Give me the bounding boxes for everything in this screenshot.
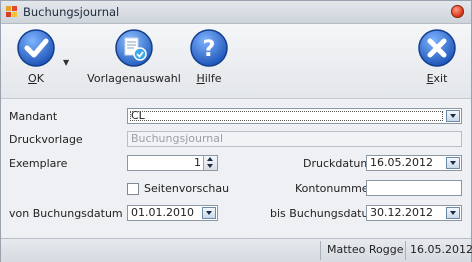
- help-icon: ?: [190, 29, 228, 67]
- status-divider: [405, 241, 406, 260]
- druckdatum-datepicker[interactable]: 16.05.2012: [366, 155, 462, 171]
- kontonummer-input[interactable]: [366, 180, 462, 196]
- druckdatum-label: Druckdatum: [303, 157, 372, 170]
- exit-button[interactable]: Exit: [415, 28, 459, 85]
- exemplare-label: Exemplare: [9, 157, 68, 170]
- form-panel: Mandant CL Druckvorlage Buchungsjournal …: [1, 99, 471, 237]
- status-bar: Matteo Rogge 16.05.2012: [1, 238, 472, 262]
- mandant-combobox[interactable]: CL: [127, 108, 462, 124]
- close-icon: [418, 29, 456, 67]
- vorlagenauswahl-label: Vorlagenauswahl: [87, 72, 181, 85]
- spin-up-icon: [207, 157, 213, 161]
- ok-dropdown-arrow-icon[interactable]: ▼: [63, 58, 69, 67]
- seitenvorschau-label[interactable]: Seitenvorschau: [144, 182, 229, 195]
- ok-button-label-rest: K: [36, 72, 44, 85]
- seitenvorschau-checkbox[interactable]: [127, 183, 139, 195]
- app-icon: [6, 6, 17, 17]
- bis-buchungsdatum-dropdown-icon[interactable]: [446, 207, 460, 219]
- window-title: Buchungsjournal: [23, 5, 120, 19]
- ok-button-label: O: [28, 72, 37, 85]
- exemplare-spinner[interactable]: 1: [127, 155, 218, 171]
- status-divider: [320, 241, 321, 260]
- status-date: 16.05.2012: [410, 243, 472, 256]
- hilfe-label-rest: ilfe: [204, 72, 222, 85]
- checkmark-icon: [17, 29, 55, 67]
- toolbar: OK ▼ Vorlagenauswahl ? Hilfe Exit: [1, 24, 471, 99]
- von-buchungsdatum-datepicker[interactable]: 01.01.2010: [127, 205, 218, 221]
- druckdatum-dropdown-icon[interactable]: [446, 157, 460, 169]
- von-buchungsdatum-label: von Buchungsdatum: [9, 207, 123, 220]
- title-bar[interactable]: Buchungsjournal: [1, 1, 471, 24]
- hilfe-label-mnemonic: H: [196, 72, 205, 85]
- exemplare-spin-buttons[interactable]: [203, 156, 217, 170]
- mandant-label: Mandant: [9, 110, 58, 123]
- bis-buchungsdatum-label: bis Buchungsdatum: [270, 207, 380, 220]
- druckvorlage-value: Buchungsjournal: [131, 132, 224, 145]
- von-buchungsdatum-dropdown-icon[interactable]: [202, 207, 216, 219]
- template-select-icon: [115, 29, 153, 67]
- ok-button[interactable]: OK: [13, 28, 59, 85]
- druckvorlage-field: Buchungsjournal: [127, 131, 462, 147]
- hilfe-button[interactable]: ? Hilfe: [187, 28, 231, 85]
- bis-buchungsdatum-value: 30.12.2012: [370, 206, 433, 219]
- svg-text:?: ?: [203, 37, 216, 62]
- window: Buchungsjournal OK ▼ Vorlagenauswahl ? H…: [0, 0, 472, 262]
- kontonummer-label: Kontonummer: [295, 182, 374, 195]
- bis-buchungsdatum-datepicker[interactable]: 30.12.2012: [366, 205, 462, 221]
- exit-label-mnemonic: E: [426, 72, 434, 85]
- druckvorlage-label: Druckvorlage: [9, 133, 83, 146]
- exit-label-rest: xit: [433, 72, 448, 85]
- exemplare-value: 1: [194, 156, 201, 169]
- status-user: Matteo Rogge: [327, 243, 404, 256]
- close-window-icon[interactable]: [451, 5, 464, 18]
- spin-down-icon: [207, 164, 213, 168]
- druckdatum-value: 16.05.2012: [370, 156, 433, 169]
- mandant-dropdown-icon[interactable]: [446, 110, 460, 122]
- von-buchungsdatum-value: 01.01.2010: [131, 206, 194, 219]
- vorlagenauswahl-button[interactable]: Vorlagenauswahl: [87, 28, 181, 85]
